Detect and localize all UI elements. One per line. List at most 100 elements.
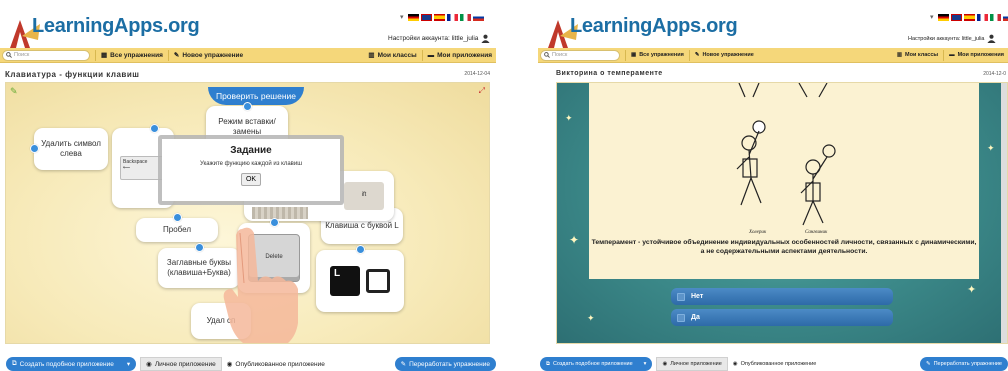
grid-icon: ▦ [631,52,637,58]
basketball-players-image: Холерик Сангвиник [736,83,836,235]
left-screenshot: LearningApps.org ▾ Настройки аккаунта: l… [0,0,496,371]
flag-fr-icon[interactable] [976,13,988,21]
search-input[interactable]: Поиск [540,49,620,61]
connector-dot[interactable] [30,144,39,153]
nav-new-exercise[interactable]: ✎ Новое упражнение [173,51,243,60]
account-settings-label[interactable]: Настройки аккаунта: little_julia [388,35,478,42]
answer-option-no[interactable]: Нет [671,288,893,305]
sparkle-icon: ✦ [565,113,573,123]
flag-fr-icon[interactable] [446,13,458,21]
nav-new-exercise[interactable]: ✎ Новое упражнение [695,52,754,58]
keyboard-photo [252,207,308,219]
edit-pencil-icon[interactable]: ✎ [10,86,18,97]
flag-de-icon[interactable] [937,13,949,21]
language-flags[interactable]: ▾ [930,13,1008,21]
sparkle-icon: ✦ [569,233,580,247]
page-title: Викторина о темпераменте [556,70,663,77]
search-icon [6,52,12,58]
fullscreen-icon[interactable]: ⤢ [479,86,485,96]
account-settings[interactable]: Настройки аккаунта: little_julia [908,34,997,43]
check-solution-button[interactable]: Проверить решение [208,87,304,105]
nav-divider [688,49,690,61]
folder-icon: ▬ [427,51,435,59]
rework-button[interactable]: ✎ Переработать упражнение [919,357,1008,371]
chevron-down-icon[interactable]: ▾ [400,13,404,21]
public-app-label: Опубликованное приложение [740,361,817,367]
nav-my-classes[interactable]: ▥ Мои классы [368,51,417,60]
connector-dot[interactable] [195,243,204,252]
checkbox[interactable] [677,313,685,322]
language-flags[interactable]: ▾ [400,13,484,21]
nav-apps-label: Мои приложения [437,51,492,59]
bottom-toolbar: ⧉ Создать подобное приложение ▾ ◉ Личное пр… [540,357,1008,371]
nav-my-classes[interactable]: ▥ Мои классы [897,52,938,58]
quiz-area: ✦ ✦ ✦ ✦ ✦ Холерик Сангвиник Темперамент … [556,82,1008,344]
flag-de-icon[interactable] [407,13,419,21]
account-settings-label[interactable]: Настройки аккаунта: little_julia [908,36,984,42]
caption-choleric: Холерик [748,230,767,235]
search-input[interactable]: Поиск [2,49,90,61]
copy-icon: ⧉ [12,360,17,367]
rework-label: Переработать упражнение [409,360,490,368]
sparkle-icon: ✦ [587,313,595,323]
flag-es-icon[interactable] [963,13,975,21]
private-app-label: Личное приложение [154,360,216,368]
private-app-label: Личное приложение [670,361,722,367]
nav-my-apps[interactable]: ▬ Мои приложения [428,52,492,59]
eye-icon: ◉ [732,361,738,367]
create-similar-label: Создать подобное приложение [19,360,114,368]
answer-label: Нет [691,293,704,300]
answer-option-yes[interactable]: Да [671,309,893,326]
public-app-toggle[interactable]: ◉ Опубликованное приложение [222,357,330,371]
flag-it-icon[interactable] [989,13,1001,21]
flag-ru-icon[interactable] [1002,13,1008,21]
navbar: Поиск ▦ Все упражнения ✎ Новое упражнение … [0,48,496,63]
private-app-toggle[interactable]: ◉ Личное приложение [140,357,222,371]
flag-gb-icon[interactable] [420,13,432,21]
flag-gb-icon[interactable] [950,13,962,21]
connector-dot[interactable] [243,102,252,111]
answer-card-label: Режим вставки/ замены [218,117,276,136]
public-app-label: Опубликованное приложение [235,360,325,368]
flag-it-icon[interactable] [459,13,471,21]
rework-button[interactable]: ✎ Переработать упражнение [394,357,496,371]
logo-text: LearningApps.org [570,15,738,37]
answer-card-delete-left[interactable]: Удалить символ слева [30,128,108,170]
flag-es-icon[interactable] [433,13,445,21]
folder-icon: ▬ [949,52,955,58]
logo[interactable]: LearningApps.org [546,8,746,50]
nav-all-exercises[interactable]: ▦ Все упражнения [631,52,684,58]
answer-card-space[interactable]: Пробел [136,213,218,242]
pointing-hand-icon [223,227,298,343]
chevron-down-icon[interactable]: ▾ [930,13,934,21]
ok-button[interactable]: OK [240,173,262,186]
connector-dot[interactable] [173,213,182,222]
key-card-l[interactable]: L [316,245,404,312]
answer-card-label: Удалить символ слева [41,139,101,158]
flag-ru-icon[interactable] [472,13,484,21]
title-bar: Викторина о темпераменте 2014-12-0 [538,66,1008,82]
nav-all-label: Все упражнения [639,52,684,58]
chevron-down-icon: ▾ [126,361,131,368]
nav-my-apps[interactable]: ▬ Мои приложения [949,52,1004,58]
logo[interactable]: LearningApps.org [8,8,208,50]
pencil-icon: ✎ [925,361,931,367]
private-app-toggle[interactable]: ◉ Личное приложение [656,357,728,371]
account-settings[interactable]: Настройки аккаунта: little_julia [388,34,490,43]
create-similar-button[interactable]: ⧉ Создать подобное приложение ▾ [540,357,653,371]
grid-icon: ▦ [101,52,108,59]
navbar: Поиск ▦ Все упражнения ✎ Новое упражнение … [538,48,1008,63]
nav-classes-label: Мои классы [377,51,417,59]
connector-dot[interactable] [150,124,159,133]
nav-all-exercises[interactable]: ▦ Все упражнения [101,51,163,60]
keycap-frame-image [366,269,390,293]
copy-icon: ⧉ [546,360,550,367]
checkbox[interactable] [677,292,685,301]
connector-dot[interactable] [356,245,365,254]
public-app-toggle[interactable]: ◉ Опубликованное приложение [728,357,822,371]
create-similar-button[interactable]: ⧉ Создать подобное приложение ▾ [6,357,137,371]
logo-text: LearningApps.org [32,15,200,37]
scrollbar[interactable] [1001,83,1007,343]
edit-icon: ✎ [173,52,180,59]
nav-divider [95,49,96,61]
